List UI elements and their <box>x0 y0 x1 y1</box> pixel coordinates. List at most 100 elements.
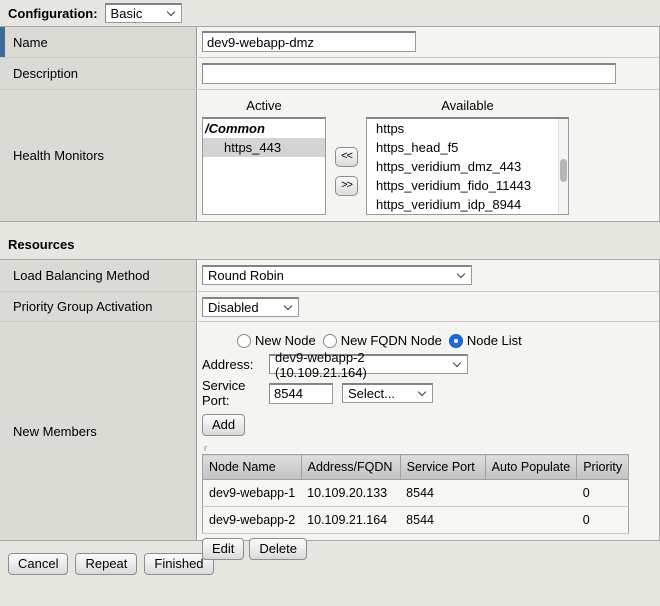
priority-group-select-value: Disabled <box>208 300 259 315</box>
members-table-row[interactable]: dev9-webapp-110.109.20.1338544 0 <box>203 480 629 507</box>
node-type-radio-option[interactable]: New Node <box>237 333 316 348</box>
members-table-header-cell: Address/FQDN <box>301 455 400 480</box>
available-monitor-item[interactable]: https_head_f5 <box>367 138 568 157</box>
members-table-header-cell: Auto Populate <box>485 455 577 480</box>
address-select[interactable]: dev9-webapp-2 (10.109.21.164) <box>269 354 468 374</box>
available-monitor-item[interactable]: https_veridium_fido_11443 <box>367 176 568 195</box>
address-line: Address: dev9-webapp-2 (10.109.21.164) <box>202 354 659 374</box>
configuration-select[interactable]: Basic <box>105 3 182 23</box>
available-monitor-items: httpshttps_head_f5https_veridium_dmz_443… <box>367 119 568 214</box>
description-row-label: Description <box>0 58 197 89</box>
configuration-select-value: Basic <box>111 6 143 21</box>
members-table-cell <box>485 507 577 534</box>
node-type-radio-option[interactable]: Node List <box>449 333 522 348</box>
active-monitors-listbox[interactable]: /Common https_443 <box>202 117 326 215</box>
load-balancing-label-text: Load Balancing Method <box>13 268 150 283</box>
load-balancing-select[interactable]: Round Robin <box>202 265 472 285</box>
priority-group-row: Priority Group Activation Disabled <box>0 291 659 321</box>
members-table-body: dev9-webapp-110.109.20.13385440dev9-weba… <box>203 480 629 534</box>
members-table-cell: 0 <box>577 480 629 507</box>
active-monitor-item[interactable]: https_443 <box>203 138 325 157</box>
repeat-button[interactable]: Repeat <box>75 553 137 575</box>
address-select-value: dev9-webapp-2 (10.109.21.164) <box>275 350 444 380</box>
available-list-scrollbar[interactable] <box>558 119 568 214</box>
members-table-cell: dev9-webapp-1 <box>203 480 302 507</box>
chevron-down-icon <box>453 359 461 367</box>
members-table-cell: 8544 <box>400 480 485 507</box>
members-table-cell: 10.109.20.133 <box>301 480 400 507</box>
edit-button[interactable]: Edit <box>202 538 244 560</box>
load-balancing-row-value: Round Robin <box>197 260 659 291</box>
available-monitor-item[interactable]: https <box>367 119 568 138</box>
members-table-header-cell: Priority <box>577 455 629 480</box>
description-input[interactable] <box>202 63 616 84</box>
load-balancing-row-label: Load Balancing Method <box>0 260 197 291</box>
description-row-value <box>197 58 659 89</box>
general-properties-table: Name Description Health Monitors Active … <box>0 26 660 222</box>
radio-button-icon[interactable] <box>237 334 251 348</box>
delete-button[interactable]: Delete <box>249 538 307 560</box>
description-row: Description <box>0 57 659 89</box>
move-to-available-button[interactable]: >> <box>335 176 358 196</box>
available-column-heading: Available <box>366 96 569 117</box>
health-monitors-label-text: Health Monitors <box>13 148 104 163</box>
priority-group-row-label: Priority Group Activation <box>0 292 197 321</box>
node-type-radio-option[interactable]: New FQDN Node <box>323 333 442 348</box>
members-table-cell: 10.109.21.164 <box>301 507 400 534</box>
available-monitor-item[interactable]: https_veridium_dmz_443 <box>367 157 568 176</box>
move-to-active-button[interactable]: << <box>335 147 358 167</box>
name-row: Name <box>0 27 659 57</box>
members-table-row[interactable]: dev9-webapp-210.109.21.1648544 0 <box>203 507 629 534</box>
priority-group-row-value: Disabled <box>197 292 659 321</box>
priority-group-label-text: Priority Group Activation <box>13 299 152 314</box>
health-monitors-row-label: Health Monitors <box>0 90 197 221</box>
members-table-header-cell: Node Name <box>203 455 302 480</box>
radio-button-icon[interactable] <box>449 334 463 348</box>
name-input[interactable] <box>202 31 416 52</box>
radio-button-icon[interactable] <box>323 334 337 348</box>
available-monitors-column: Available httpshttps_head_f5https_veridi… <box>366 96 569 215</box>
health-monitors-row: Health Monitors Active /Common https_443… <box>0 89 659 221</box>
chevron-down-icon <box>457 270 465 278</box>
name-label-text: Name <box>13 35 48 50</box>
active-monitors-column: Active /Common https_443 <box>202 96 326 215</box>
chevron-down-icon <box>284 302 292 310</box>
service-port-line: Service Port: Select... <box>202 378 659 408</box>
available-monitors-listbox[interactable]: httpshttps_head_f5https_veridium_dmz_443… <box>366 117 569 215</box>
stray-text: r <box>204 444 659 452</box>
name-row-label: Name <box>0 27 197 57</box>
address-label: Address: <box>202 357 269 372</box>
service-port-label: Service Port: <box>202 378 269 408</box>
members-table: Node NameAddress/FQDNService PortAuto Po… <box>202 454 629 534</box>
move-buttons-column: << >> <box>335 147 358 215</box>
configuration-label: Configuration: <box>8 6 98 21</box>
active-column-heading: Active <box>202 96 326 117</box>
resources-section-title: Resources <box>0 222 660 259</box>
service-port-select[interactable]: Select... <box>342 383 433 403</box>
members-table-header-row: Node NameAddress/FQDNService PortAuto Po… <box>203 455 629 480</box>
priority-group-select[interactable]: Disabled <box>202 297 299 317</box>
chevron-down-icon <box>166 8 174 16</box>
cancel-button[interactable]: Cancel <box>8 553 68 575</box>
members-table-header-cell: Service Port <box>400 455 485 480</box>
scrollbar-thumb[interactable] <box>560 159 567 182</box>
name-row-value <box>197 27 659 57</box>
service-port-input[interactable] <box>269 383 333 404</box>
radio-option-label: Node List <box>467 333 522 348</box>
members-table-cell <box>485 480 577 507</box>
available-monitor-item[interactable]: https_veridium_idp_8944 <box>367 195 568 214</box>
node-type-radio-group: New Node New FQDN Node Node List <box>237 333 659 348</box>
members-table-cell: 0 <box>577 507 629 534</box>
radio-option-label: New FQDN Node <box>341 333 442 348</box>
configuration-bar: Configuration: Basic <box>0 0 660 26</box>
new-members-row-value: New Node New FQDN Node Node List Address: … <box>197 322 659 540</box>
service-port-select-value: Select... <box>348 386 395 401</box>
load-balancing-select-value: Round Robin <box>208 268 284 283</box>
add-button[interactable]: Add <box>202 414 245 436</box>
members-table-cell: 8544 <box>400 507 485 534</box>
new-members-label-text: New Members <box>13 424 97 439</box>
required-indicator-bar <box>0 27 5 57</box>
members-table-cell: dev9-webapp-2 <box>203 507 302 534</box>
chevron-down-icon <box>418 388 426 396</box>
active-partition-group: /Common <box>203 119 325 138</box>
